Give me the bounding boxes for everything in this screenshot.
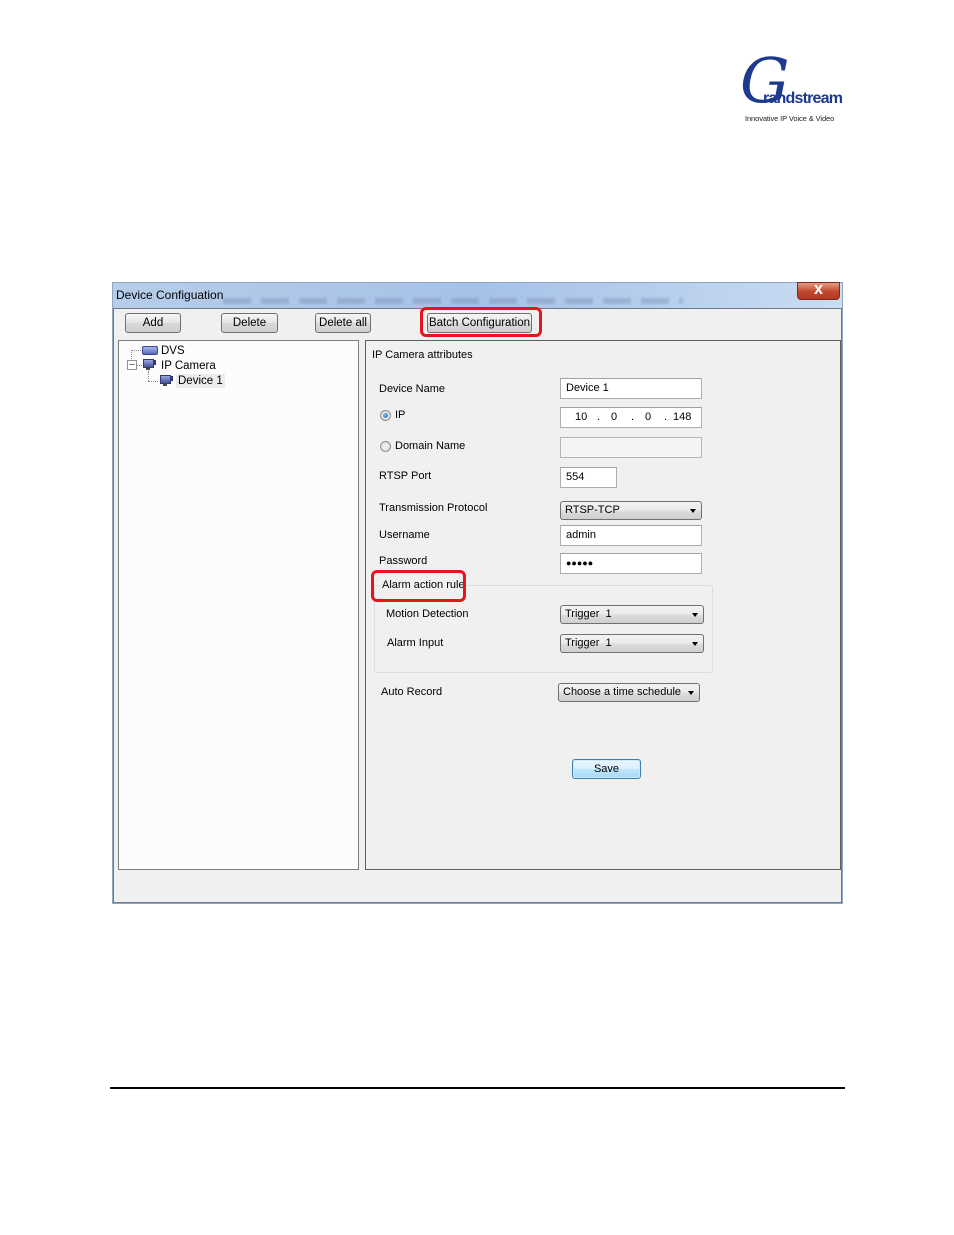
motion-detection-select[interactable]: Trigger 1 [560, 605, 704, 624]
batch-configuration-highlight [420, 307, 542, 337]
save-button[interactable]: Save [572, 759, 641, 779]
tree-connector [131, 350, 141, 351]
camera-icon [159, 374, 174, 387]
window-title: Device Configuation [116, 288, 224, 302]
title-bar[interactable]: Device Configuation X [113, 282, 842, 308]
domain-name-label: Domain Name [395, 440, 466, 452]
alarm-input-value: Trigger 1 [565, 637, 612, 649]
section-title: IP Camera attributes [372, 349, 473, 361]
motion-detection-label: Motion Detection [386, 608, 469, 620]
logo-tagline: Innovative IP Voice & Video [745, 114, 835, 123]
camera-icon [142, 358, 157, 371]
window-client-area: Add Delete Delete all Batch Configuratio… [113, 307, 842, 903]
device-configuration-window: Device Configuation X Add Delete Delete … [112, 282, 843, 904]
alarm-input-select[interactable]: Trigger 1 [560, 634, 704, 653]
transmission-protocol-label: Transmission Protocol [379, 502, 488, 514]
domain-name-input[interactable] [560, 437, 702, 458]
auto-record-value: Choose a time schedule [563, 686, 682, 698]
auto-record-select[interactable]: Choose a time schedule [558, 683, 700, 702]
footer-divider [110, 1087, 845, 1089]
logo-wordmark: randstream [763, 90, 843, 107]
close-button[interactable]: X [797, 282, 840, 300]
collapse-icon[interactable]: − [127, 360, 137, 370]
motion-detection-value: Trigger 1 [565, 608, 612, 620]
ip-octet-4[interactable]: 148 [673, 408, 691, 427]
title-bar-background [223, 298, 683, 304]
device-name-input[interactable]: Device 1 [560, 378, 702, 399]
device-tree[interactable]: DVS − IP Camera Device 1 [118, 340, 359, 870]
ip-octet-1[interactable]: 10 [575, 408, 587, 427]
transmission-protocol-select[interactable]: RTSP-TCP [560, 501, 702, 520]
ip-label: IP [395, 409, 406, 421]
device-name-label: Device Name [379, 383, 446, 395]
tree-item-label: Device 1 [176, 374, 225, 388]
dropdown-arrow-icon [690, 509, 696, 513]
ip-separator: . [664, 411, 668, 423]
ip-address-input[interactable]: 10 . 0 . 0 . 148 [560, 407, 702, 428]
tree-connector [148, 381, 158, 382]
password-input[interactable]: ●●●●● [560, 553, 702, 574]
dropdown-arrow-icon [692, 642, 698, 646]
dvs-icon [142, 346, 158, 355]
rtsp-port-label: RTSP Port [379, 470, 432, 482]
username-label: Username [379, 529, 430, 541]
ip-separator: . [597, 411, 601, 423]
tree-connector [148, 371, 149, 381]
ip-octet-3[interactable]: 0 [645, 408, 651, 427]
ip-separator: . [631, 411, 635, 423]
ip-camera-attributes-panel: IP Camera attributes Device Name Device … [365, 340, 841, 870]
ip-octet-2[interactable]: 0 [611, 408, 617, 427]
alarm-action-rule-highlight [371, 570, 466, 602]
dropdown-arrow-icon [688, 691, 694, 695]
domain-name-radio[interactable] [380, 441, 391, 452]
dropdown-arrow-icon [692, 613, 698, 617]
rtsp-port-input[interactable]: 554 [560, 467, 617, 488]
delete-button[interactable]: Delete [221, 313, 278, 333]
close-icon: X [813, 283, 824, 297]
alarm-input-label: Alarm Input [387, 637, 444, 649]
delete-all-button[interactable]: Delete all [315, 313, 371, 333]
auto-record-label: Auto Record [381, 686, 443, 698]
tree-item-label: IP Camera [161, 360, 216, 372]
add-button[interactable]: Add [125, 313, 181, 333]
username-input[interactable]: admin [560, 525, 702, 546]
ip-radio[interactable] [380, 410, 391, 421]
password-label: Password [379, 555, 428, 567]
grandstream-logo: G randstream Innovative IP Voice & Video [736, 50, 843, 130]
tree-item-label: DVS [161, 345, 185, 357]
transmission-protocol-value: RTSP-TCP [565, 504, 620, 516]
